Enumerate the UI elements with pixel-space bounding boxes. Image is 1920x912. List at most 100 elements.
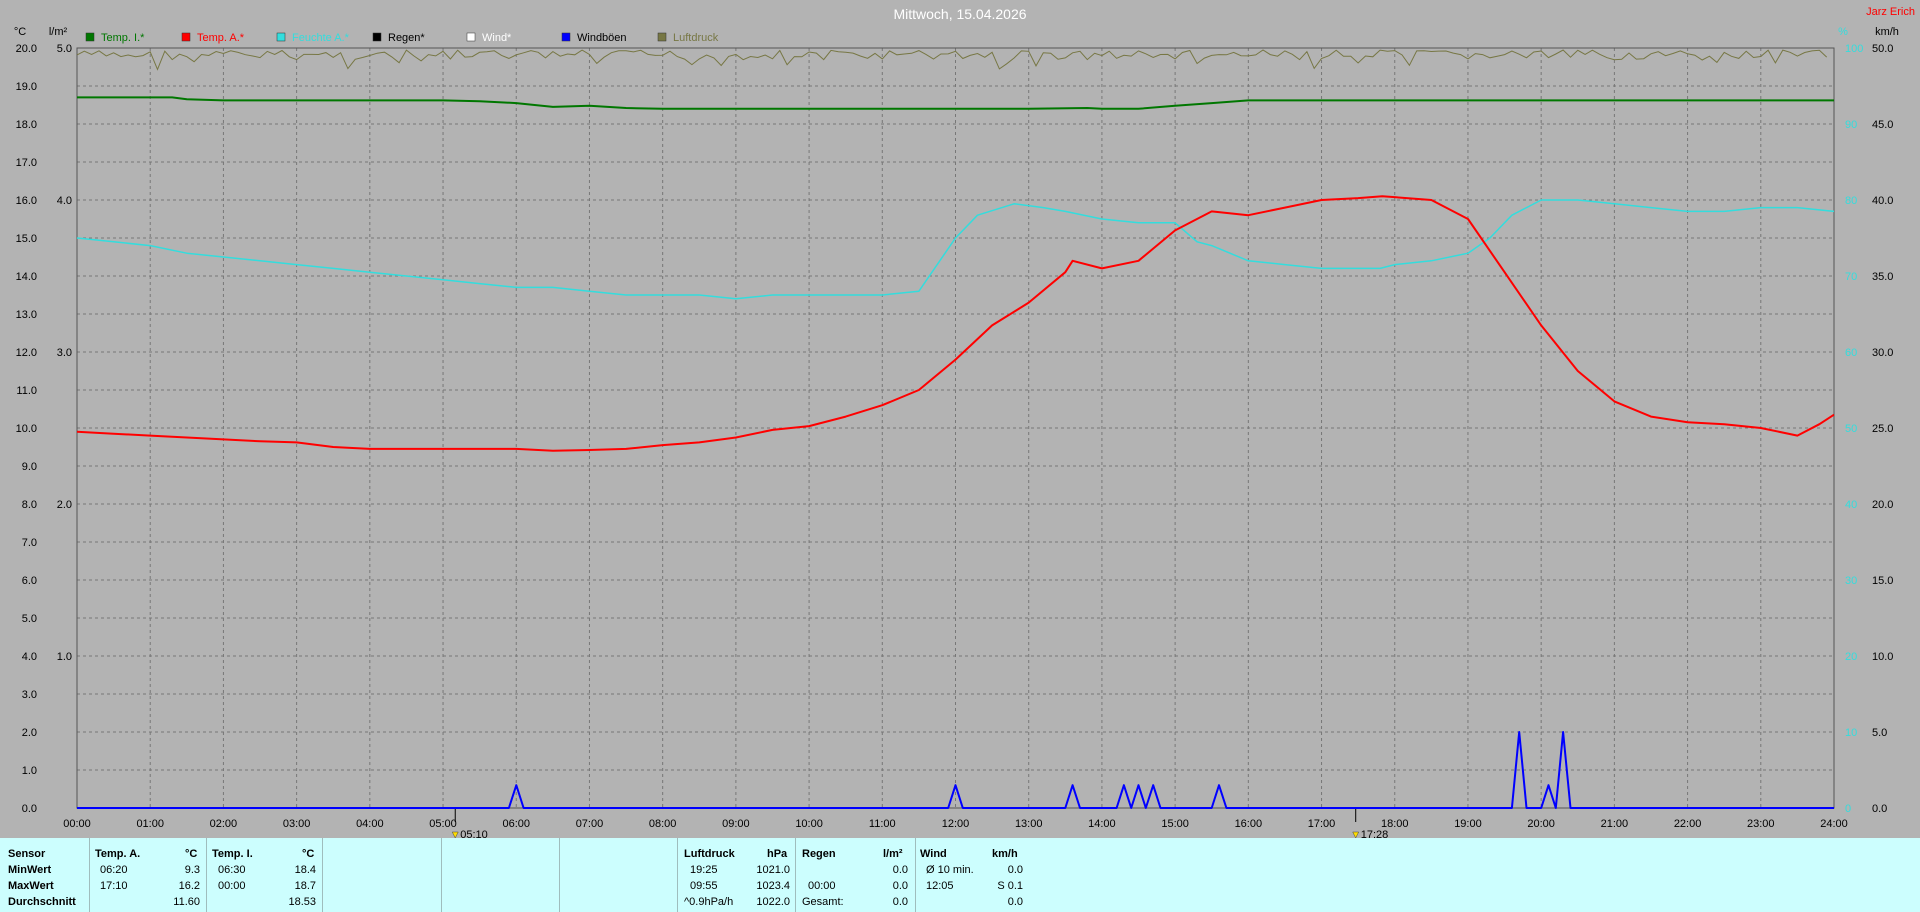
temp-tick-label: 17.0 [16, 157, 37, 169]
panel-separator [441, 838, 442, 912]
temp-tick-label: 12.0 [16, 347, 37, 359]
pressure-header: Luftdruck [684, 848, 735, 860]
temp-tick-label: 20.0 [16, 43, 37, 55]
temp-i-header: Temp. I. [212, 848, 253, 860]
legend-swatch-temp_outside [181, 32, 191, 42]
left-axis: 0.0 1.0 2.0 3.0 4.0 5.0 6.0 7.0 8.0 9.0 10.0 11.0 12… [16, 43, 72, 815]
temp-unit-label: °C [14, 26, 26, 38]
wind-tick-label: 15.0 [1872, 575, 1893, 587]
time-tick-label: 06:00 [502, 818, 530, 830]
weather-chart: 0.0 1.0 2.0 3.0 4.0 5.0 6.0 7.0 8.0 9.0 10.0 11.0 12… [14, 6, 1915, 838]
legend-label-wind: Wind* [482, 32, 512, 44]
time-tick-label: 21:00 [1601, 818, 1629, 830]
temp-i-avg: 18.53 [288, 896, 316, 908]
legend-swatch-pressure [657, 32, 667, 42]
time-tick-label: 00:00 [63, 818, 91, 830]
temp-tick-label: 9.0 [22, 461, 37, 473]
time-tick-label: 04:00 [356, 818, 384, 830]
rain-row3: 0.0 [892, 896, 908, 908]
rain-tick-label: 1.0 [57, 651, 72, 663]
temp-a-unit: °C [185, 848, 198, 860]
wind-tick-label: 40.0 [1872, 195, 1893, 207]
humidity-tick-label: 60 [1845, 347, 1857, 359]
legend-swatch-rain [372, 32, 382, 42]
temp-i-min-time: 06:30 [218, 864, 246, 876]
panel-separator [89, 838, 90, 912]
time-tick-label: 13:00 [1015, 818, 1043, 830]
panel-separator [322, 838, 323, 912]
time-tick-label: 17:00 [1308, 818, 1336, 830]
author-label: Jarz Erich [1866, 6, 1915, 18]
temp-tick-label: 18.0 [16, 119, 37, 131]
legend-label-rain: Regen* [388, 32, 425, 44]
temp-tick-label: 6.0 [22, 575, 37, 587]
humidity-tick-label: 80 [1845, 195, 1857, 207]
temp-tick-label: 3.0 [22, 689, 37, 701]
rain-header: Regen [802, 848, 836, 860]
temp-a-header: Temp. A. [95, 848, 141, 860]
time-tick-label: 20:00 [1527, 818, 1555, 830]
row-label-min: MinWert [8, 864, 52, 876]
panel-separator [206, 838, 207, 912]
wind-row2-label: 12:05 [926, 880, 954, 892]
panel-separator [795, 838, 796, 912]
humidity-tick-label: 70 [1845, 271, 1857, 283]
legend-swatch-gusts [561, 32, 571, 42]
wind-row3: 0.0 [1007, 896, 1023, 908]
time-tick-label: 07:00 [576, 818, 604, 830]
wind-row1: 0.0 [1007, 864, 1023, 876]
time-tick-label: 08:00 [649, 818, 677, 830]
wind-tick-label: 10.0 [1872, 651, 1893, 663]
temp-a-min-time: 06:20 [100, 864, 128, 876]
temp-tick-label: 0.0 [22, 803, 37, 815]
legend-swatch-wind [466, 32, 476, 42]
legend-label-gusts: Windböen [577, 32, 627, 44]
temp-tick-label: 19.0 [16, 81, 37, 93]
humidity-tick-label: 90 [1845, 119, 1857, 131]
rain-row3-label: Gesamt: [802, 896, 844, 908]
wind-tick-label: 20.0 [1872, 499, 1893, 511]
humidity-tick-label: 100 [1845, 43, 1863, 55]
time-tick-label: 23:00 [1747, 818, 1775, 830]
rain-row1: 0.0 [892, 864, 908, 876]
temp-tick-label: 10.0 [16, 423, 37, 435]
panel-separator [677, 838, 678, 912]
temp-a-min: 9.3 [184, 864, 200, 876]
rain-tick-label: 2.0 [57, 499, 72, 511]
temp-tick-label: 7.0 [22, 537, 37, 549]
temp-tick-label: 13.0 [16, 309, 37, 321]
temp-tick-label: 15.0 [16, 233, 37, 245]
humidity-tick-label: 30 [1845, 575, 1857, 587]
time-tick-label: 05:00 [429, 818, 457, 830]
time-tick-label: 19:00 [1454, 818, 1482, 830]
right-axis: 0 10 20 30 40 50 60 70 80 90 100 0.0 5.0 10.0 15.0 20.0… [1845, 43, 1893, 815]
rain-tick-label: 5.0 [57, 43, 72, 55]
time-tick-label: 15:00 [1161, 818, 1189, 830]
wind-row1-label: Ø 10 min. [926, 864, 974, 876]
humidity-tick-label: 0 [1845, 803, 1851, 815]
row-label-max: MaxWert [8, 880, 54, 892]
temp-a-avg: 11.60 [173, 896, 200, 908]
time-tick-label: 09:00 [722, 818, 750, 830]
time-tick-label: 16:00 [1235, 818, 1263, 830]
rain-unit: l/m² [883, 848, 903, 860]
sensor-header: Sensor [8, 848, 46, 860]
temp-i-unit: °C [302, 848, 315, 860]
pressure-row1: 1021.0 [756, 864, 790, 876]
pressure-row2: 1023.4 [756, 880, 790, 892]
panel-separator [559, 838, 560, 912]
pressure-row3-label: ^0.9hPa/h [684, 896, 734, 908]
wind-tick-label: 0.0 [1872, 803, 1887, 815]
chart-title: Mittwoch, 15.04.2026 [893, 6, 1026, 22]
legend-swatch-humidity [276, 32, 286, 42]
statistics-panel: Sensor MinWert MaxWert Durchschnitt Temp… [0, 838, 1920, 912]
temp-i-min: 18.4 [294, 864, 316, 876]
temp-a-max-time: 17:10 [100, 880, 128, 892]
wind-tick-label: 5.0 [1872, 727, 1887, 739]
pressure-row3: 1022.0 [756, 896, 790, 908]
legend-label-temp_inside: Temp. I.* [101, 32, 145, 44]
time-tick-label: 01:00 [136, 818, 164, 830]
panel-separator [915, 838, 916, 912]
temp-tick-label: 14.0 [16, 271, 37, 283]
time-tick-label: 02:00 [210, 818, 238, 830]
